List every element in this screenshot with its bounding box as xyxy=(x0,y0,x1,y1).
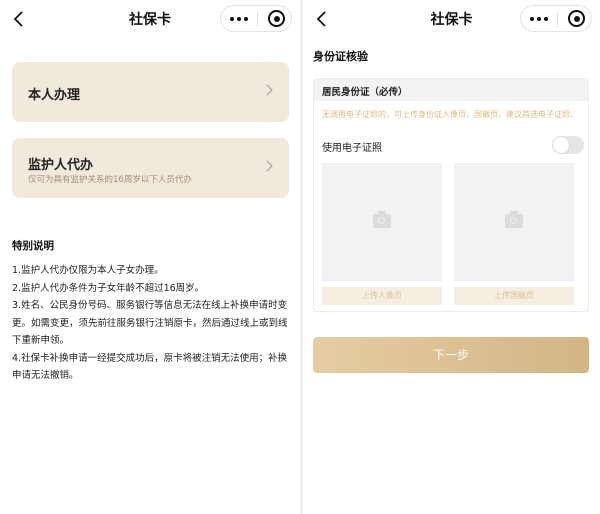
e-license-label: 使用电子证照 xyxy=(322,143,382,154)
camera-icon xyxy=(505,211,523,228)
note-item: 1.监护人代办仅限为本人子女办理。 xyxy=(12,265,164,276)
toggle-knob xyxy=(553,137,569,153)
right-screen: 社保卡 身份证核验 居民身份证（必传） 无调用电子证照的，可上传身份证人像页，国… xyxy=(303,0,600,514)
more-icon[interactable] xyxy=(221,6,257,31)
close-circle-icon[interactable] xyxy=(568,10,585,27)
id-card-hint: 无调用电子证照的，可上传身份证人像页，国徽页，建议首选电子证照。 xyxy=(322,110,578,119)
nav-bar: 社保卡 xyxy=(0,0,300,38)
e-license-toggle[interactable] xyxy=(552,136,584,154)
mini-program-capsule xyxy=(520,5,592,32)
close-circle-icon[interactable] xyxy=(268,10,285,27)
emblem-upload-area[interactable] xyxy=(454,163,574,281)
note-item: 2.监护人代办条件为子女年龄不超过16周岁。 xyxy=(12,282,205,294)
e-license-row: 使用电子证照 xyxy=(322,136,584,154)
next-step-button[interactable]: 下一步 xyxy=(313,337,589,373)
chevron-right-icon xyxy=(261,84,273,96)
special-notes: 特别说明 1.监护人代办仅限为本人子女办理。 2.监护人代办条件为子女年龄不超过… xyxy=(12,238,292,385)
self-apply-card[interactable]: 本人办理 xyxy=(12,62,289,122)
nav-bar: 社保卡 xyxy=(303,0,600,38)
capsule-divider xyxy=(557,12,558,26)
guardian-apply-title: 监护人代办 xyxy=(28,158,94,173)
guardian-apply-subtitle: 仅可为具有监护关系的16周岁以下人员代办 xyxy=(28,175,192,185)
left-screen: 社保卡 本人办理 监护人代办 仅可为具有监护关系的16周岁以下人员代办 特别说明… xyxy=(0,0,300,514)
self-apply-title: 本人办理 xyxy=(28,88,81,103)
id-card-panel: 居民身份证（必传） 无调用电子证照的，可上传身份证人像页，国徽页，建议首选电子证… xyxy=(313,78,589,312)
note-item: 3.姓名、公民身份号码、服务银行等信息无法在线上补换申请时变更。如需变更，须先前… xyxy=(12,300,288,346)
guardian-apply-card[interactable]: 监护人代办 仅可为具有监护关系的16周岁以下人员代办 xyxy=(12,138,289,198)
notes-title: 特别说明 xyxy=(12,240,54,252)
camera-icon xyxy=(373,211,391,228)
upload-portrait-button[interactable]: 上传人像页 xyxy=(322,287,442,305)
id-card-header: 居民身份证（必传） xyxy=(314,79,588,101)
notes-list: 1.监护人代办仅限为本人子女办理。 2.监护人代办条件为子女年龄不超过16周岁。… xyxy=(12,262,292,385)
upload-emblem-button[interactable]: 上传国徽页 xyxy=(454,287,574,305)
note-item: 4.社保卡补换申请一经提交成功后，原卡将被注销无法使用；补换申请无法撤销。 xyxy=(12,352,288,382)
mini-program-capsule xyxy=(220,5,292,32)
chevron-right-icon xyxy=(261,160,273,172)
section-title: 身份证核验 xyxy=(313,50,368,63)
portrait-upload-area[interactable] xyxy=(322,163,442,281)
capsule-divider xyxy=(257,12,258,26)
more-icon[interactable] xyxy=(521,6,557,31)
